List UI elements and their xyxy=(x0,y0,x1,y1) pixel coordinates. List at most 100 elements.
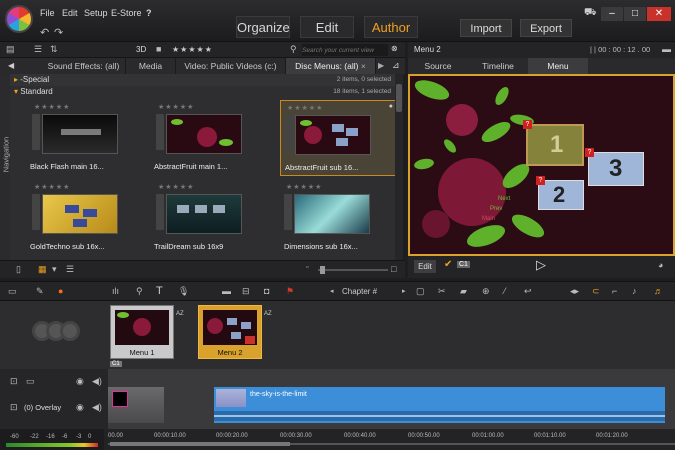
marker-flag-icon[interactable]: ⚑ xyxy=(286,286,294,297)
rating-filter[interactable]: ★★★★★ xyxy=(172,45,213,54)
group-standard[interactable]: ▾ Standard 18 items, 1 selected xyxy=(10,86,395,98)
close-button[interactable]: ✕ xyxy=(647,7,671,21)
menu-edit[interactable]: Edit xyxy=(62,8,78,18)
link-icon[interactable]: ▢ xyxy=(416,286,425,297)
record-icon[interactable]: ● xyxy=(58,286,63,296)
export-button[interactable]: Export xyxy=(520,19,572,37)
sort-icon[interactable]: ⇅ xyxy=(50,44,58,55)
menu-tile[interactable]: ★★★★★ Dimensions sub 16x... xyxy=(280,180,398,256)
menu-clip-2[interactable]: Menu 2 xyxy=(198,305,262,359)
tile-rating[interactable]: ★★★★★ xyxy=(34,183,70,191)
maximize-button[interactable]: □ xyxy=(624,7,646,21)
menu-button-1[interactable]: 1 xyxy=(526,124,584,166)
menu-estore[interactable]: E-Store xyxy=(111,8,142,18)
app-logo[interactable] xyxy=(5,5,33,33)
visibility-icon[interactable]: ◉ xyxy=(76,402,84,413)
menu-setup[interactable]: Setup xyxy=(84,8,108,18)
tab-menu[interactable]: Menu xyxy=(528,58,588,74)
tile-rating[interactable]: ★★★★★ xyxy=(286,183,322,191)
menu-clip-1[interactable]: Menu 1 xyxy=(110,305,174,359)
menu-tile[interactable]: ★★★★★ GoldTechno sub 16x... xyxy=(14,180,132,256)
button-link-badge[interactable]: ? xyxy=(585,148,594,157)
split-icon[interactable]: ✂ xyxy=(438,286,446,297)
menu-preview-canvas[interactable]: 1 3 2 ? ? ? Next Prev Main xyxy=(408,74,675,256)
tabs-forward-icon[interactable]: ▶ xyxy=(378,61,384,70)
scrub-icon[interactable]: ⌐ xyxy=(612,286,617,296)
button-link-badge[interactable]: ? xyxy=(523,120,532,129)
cart-icon[interactable]: ⛟ xyxy=(584,7,597,20)
author-tab[interactable]: Author xyxy=(364,16,418,38)
tools-icon[interactable]: ✎ xyxy=(36,286,44,297)
tile-rating[interactable]: ★★★★★ xyxy=(158,183,194,191)
timeline-scroll-thumb[interactable] xyxy=(110,442,290,446)
chapter-prev-icon[interactable]: ◂ xyxy=(330,287,334,295)
main-link[interactable]: Main xyxy=(482,216,495,222)
lock-icon[interactable]: ⊡ xyxy=(10,376,18,387)
fullscreen-icon[interactable]: ▬ xyxy=(662,44,671,54)
trash-icon[interactable]: ▯ xyxy=(16,264,21,275)
tile-rating[interactable]: ★★★★★ xyxy=(34,103,70,111)
zoom-out-icon[interactable]: ▫ xyxy=(306,264,308,271)
undo-edit-icon[interactable]: ↩ xyxy=(524,286,532,297)
razor-icon[interactable]: ⁄ xyxy=(504,286,506,296)
tab-disc-menus[interactable]: Disc Menus: (all) × xyxy=(286,58,376,74)
search-icon[interactable]: ⚲ xyxy=(290,44,297,55)
track-icon[interactable]: ▭ xyxy=(26,376,35,387)
library-icon[interactable]: ▤ xyxy=(6,44,15,55)
tile-rating[interactable]: ★★★★★ xyxy=(287,104,323,112)
speaker-icon[interactable]: ◀) xyxy=(92,402,102,413)
video-clip[interactable]: the-sky-is-the-limit xyxy=(214,387,665,423)
search-input[interactable] xyxy=(302,44,388,56)
edit-button[interactable]: Edit xyxy=(414,260,436,273)
import-button[interactable]: Import xyxy=(460,19,512,37)
delete-icon[interactable]: ⊟ xyxy=(242,286,250,297)
check-icon[interactable]: ✔ xyxy=(444,259,452,270)
storyboard-icon[interactable]: ▭ xyxy=(8,286,17,297)
audio-mix-icon[interactable]: ılı xyxy=(112,286,119,296)
chapter-next-icon[interactable]: ▸ xyxy=(402,287,406,295)
magnet-icon[interactable]: ⊂ xyxy=(592,286,600,297)
tab-sound-effects[interactable]: Sound Effects: (all) xyxy=(42,58,126,74)
redo-icon[interactable]: ↷ xyxy=(54,26,63,39)
volume-icon[interactable]: ♪ xyxy=(632,286,637,296)
tabs-back-icon[interactable]: ◀ xyxy=(8,61,14,70)
scroll-thumb[interactable] xyxy=(396,84,402,112)
grid-view-icon[interactable]: ▦ xyxy=(38,264,47,275)
menu-file[interactable]: File xyxy=(40,8,55,18)
help-icon[interactable]: ? xyxy=(146,8,152,18)
tag-icon[interactable]: ■ xyxy=(156,44,161,54)
marker-icon[interactable]: ⚲ xyxy=(136,286,143,297)
timeline-ruler[interactable]: -60 -22 -16 -6 -3 0 00.00 00:00:10.00 00… xyxy=(0,429,675,450)
minimize-button[interactable]: – xyxy=(601,7,623,21)
zoom-slider-thumb[interactable] xyxy=(320,266,325,274)
play-icon[interactable]: ▷ xyxy=(536,257,546,273)
menu-tile[interactable]: ★★★★★ TrailDream sub 16x9 xyxy=(138,180,256,256)
tile-info-icon[interactable]: ● xyxy=(389,103,393,110)
menu-tile[interactable]: ★★★★★ AbstractFruit main 1... xyxy=(138,100,256,176)
button-link-badge[interactable]: ? xyxy=(536,176,545,185)
tab-source[interactable]: Source xyxy=(408,58,468,74)
speaker-icon[interactable]: ◀) xyxy=(92,376,102,387)
pin-icon[interactable]: ⊿ xyxy=(392,60,400,71)
clear-search-icon[interactable]: ⊗ xyxy=(391,44,398,53)
voiceover-icon[interactable]: 🎙 xyxy=(178,286,189,297)
prev-link[interactable]: Prev xyxy=(490,206,502,212)
tile-rating[interactable]: ★★★★★ xyxy=(158,103,194,111)
3d-filter[interactable]: 3D xyxy=(136,45,146,54)
title-tool-icon[interactable]: T xyxy=(156,285,163,297)
lock-icon[interactable]: ⊡ xyxy=(10,402,18,413)
edit-tab[interactable]: Edit xyxy=(300,16,354,38)
tab-media[interactable]: Media xyxy=(126,58,176,74)
next-link[interactable]: Next xyxy=(498,196,510,202)
chapter-dropdown[interactable]: Chapter # xyxy=(342,287,377,296)
zoom-slider[interactable] xyxy=(318,269,388,271)
trim-icon[interactable]: ▰ xyxy=(460,286,467,297)
menu-tile[interactable]: ★★★★★ Black Flash main 16... xyxy=(14,100,132,176)
library-scrollbar[interactable] xyxy=(395,74,403,260)
snap-icon[interactable]: ◂▸ xyxy=(570,286,579,297)
dropdown-icon[interactable]: ▾ xyxy=(52,264,57,275)
tab-public-videos[interactable]: Video: Public Videos (c:) xyxy=(176,58,286,74)
audio-scrub-icon[interactable]: ♬ xyxy=(654,286,663,296)
chapter-marker-c1[interactable]: C1 xyxy=(110,361,122,367)
ripple-icon[interactable]: ⊕ xyxy=(482,286,490,297)
